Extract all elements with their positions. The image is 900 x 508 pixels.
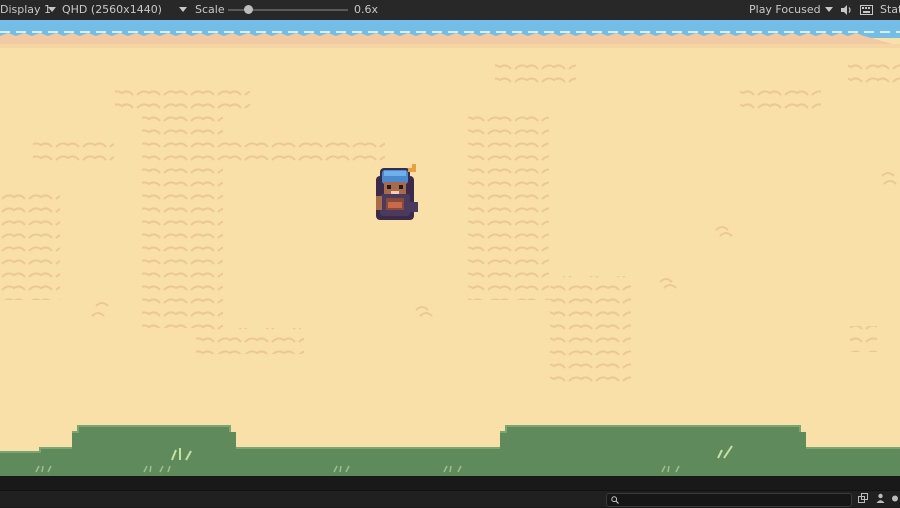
keyboard-icon[interactable]	[860, 5, 873, 15]
game-scene	[0, 20, 900, 476]
chevron-down-icon[interactable]	[48, 7, 56, 12]
scale-value: 0.6x	[354, 3, 379, 16]
resolution-dropdown[interactable]: QHD (2560x1440)	[62, 0, 162, 20]
layers-icon[interactable]	[856, 493, 870, 506]
person-icon[interactable]	[873, 493, 887, 506]
play-mode-label: Play Focused	[749, 3, 821, 16]
game-view-bottom-bar	[0, 476, 900, 490]
display-dropdown[interactable]: Display 1	[0, 0, 51, 20]
stats-button[interactable]: Stats	[880, 0, 900, 20]
search-input[interactable]	[606, 493, 852, 507]
display-label: Display 1	[0, 3, 52, 16]
game-view[interactable]	[0, 20, 900, 476]
scale-label: Scale	[195, 3, 225, 16]
speaker-icon[interactable]	[840, 4, 853, 16]
search-icon	[611, 496, 619, 504]
play-mode-dropdown[interactable]: Play Focused	[749, 0, 821, 20]
scale-slider-handle[interactable]	[243, 5, 253, 14]
stats-label: Stats	[880, 3, 900, 16]
chevron-down-icon[interactable]	[825, 7, 833, 12]
chevron-down-icon[interactable]	[179, 7, 187, 12]
water-shoreline	[0, 20, 900, 48]
game-view-toolbar: Display 1 QHD (2560x1440) Scale 0.6x Pla…	[0, 0, 900, 21]
more-icon[interactable]	[890, 493, 900, 506]
resolution-label: QHD (2560x1440)	[62, 3, 162, 16]
